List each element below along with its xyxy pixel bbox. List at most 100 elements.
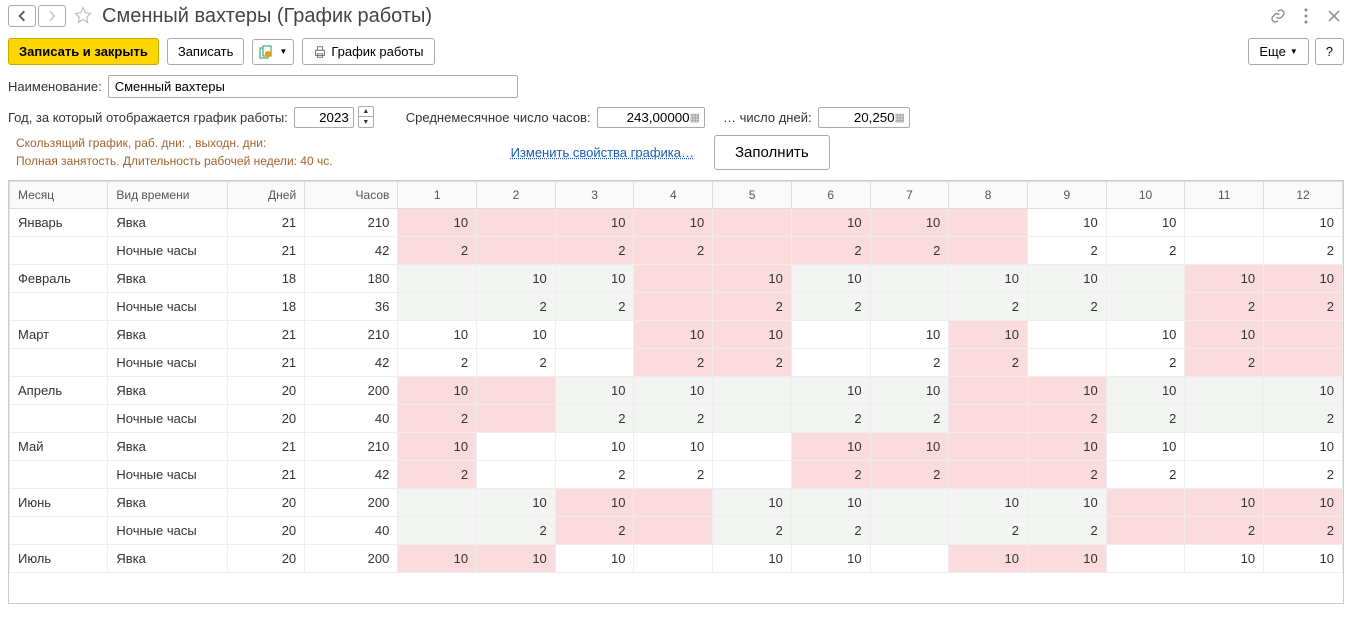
- cell-day[interactable]: 2: [1264, 517, 1343, 545]
- column-header-day-6[interactable]: 6: [791, 182, 870, 209]
- cell-hours[interactable]: 200: [305, 489, 398, 517]
- cell-month[interactable]: [10, 405, 108, 433]
- cell-day[interactable]: 2: [713, 349, 792, 377]
- cell-day[interactable]: [398, 517, 477, 545]
- cell-day[interactable]: [477, 405, 556, 433]
- cell-days[interactable]: 20: [227, 489, 305, 517]
- cell-day[interactable]: [634, 489, 713, 517]
- cell-day[interactable]: 2: [477, 517, 556, 545]
- cell-day[interactable]: 2: [870, 349, 949, 377]
- column-header-day-8[interactable]: 8: [949, 182, 1028, 209]
- table-row[interactable]: ИюльЯвка20200101010101010101010: [10, 545, 1343, 573]
- cell-day[interactable]: 10: [555, 489, 634, 517]
- cell-day[interactable]: 10: [1028, 265, 1107, 293]
- cell-day[interactable]: [949, 209, 1028, 237]
- cell-day[interactable]: 2: [398, 405, 477, 433]
- cell-day[interactable]: 10: [870, 377, 949, 405]
- cell-day[interactable]: 10: [555, 265, 634, 293]
- cell-day[interactable]: [1185, 377, 1264, 405]
- cell-day[interactable]: [1028, 321, 1107, 349]
- cell-day[interactable]: 10: [870, 433, 949, 461]
- fill-button[interactable]: Заполнить: [714, 135, 830, 170]
- cell-day[interactable]: [791, 349, 870, 377]
- link-icon[interactable]: [1268, 6, 1288, 26]
- cell-day[interactable]: 2: [1185, 293, 1264, 321]
- cell-hours[interactable]: 200: [305, 545, 398, 573]
- cell-days[interactable]: 21: [227, 433, 305, 461]
- help-button[interactable]: ?: [1315, 38, 1344, 65]
- more-menu-icon[interactable]: [1296, 6, 1316, 26]
- cell-time-type[interactable]: Ночные часы: [108, 461, 227, 489]
- cell-day[interactable]: 10: [634, 433, 713, 461]
- cell-day[interactable]: 10: [1185, 489, 1264, 517]
- cell-days[interactable]: 20: [227, 405, 305, 433]
- cell-days[interactable]: 21: [227, 349, 305, 377]
- cell-time-type[interactable]: Ночные часы: [108, 517, 227, 545]
- table-row[interactable]: Ночные часы214222222222: [10, 461, 1343, 489]
- cell-time-type[interactable]: Явка: [108, 209, 227, 237]
- cell-day[interactable]: 10: [1185, 545, 1264, 573]
- cell-day[interactable]: [477, 433, 556, 461]
- year-spinner[interactable]: ▲▼: [358, 106, 374, 128]
- cell-month[interactable]: Февраль: [10, 265, 108, 293]
- cell-day[interactable]: 10: [1028, 209, 1107, 237]
- save-close-button[interactable]: Записать и закрыть: [8, 38, 159, 65]
- cell-day[interactable]: [713, 461, 792, 489]
- cell-hours[interactable]: 42: [305, 349, 398, 377]
- cell-day[interactable]: 2: [791, 237, 870, 265]
- cell-month[interactable]: [10, 293, 108, 321]
- cell-month[interactable]: [10, 237, 108, 265]
- cell-time-type[interactable]: Явка: [108, 321, 227, 349]
- cell-hours[interactable]: 42: [305, 237, 398, 265]
- cell-day[interactable]: 2: [634, 405, 713, 433]
- cell-day[interactable]: 10: [634, 377, 713, 405]
- cell-day[interactable]: 2: [398, 461, 477, 489]
- cell-day[interactable]: [477, 237, 556, 265]
- cell-day[interactable]: 2: [791, 461, 870, 489]
- cell-month[interactable]: [10, 349, 108, 377]
- cell-day[interactable]: 10: [398, 321, 477, 349]
- cell-day[interactable]: [555, 349, 634, 377]
- cell-time-type[interactable]: Явка: [108, 545, 227, 573]
- cell-time-type[interactable]: Ночные часы: [108, 349, 227, 377]
- cell-day[interactable]: 10: [555, 209, 634, 237]
- cell-day[interactable]: [791, 321, 870, 349]
- save-button[interactable]: Записать: [167, 38, 245, 65]
- cell-day[interactable]: 10: [791, 489, 870, 517]
- cell-day[interactable]: [1185, 433, 1264, 461]
- cell-day[interactable]: 2: [713, 517, 792, 545]
- cell-day[interactable]: [713, 209, 792, 237]
- cell-days[interactable]: 20: [227, 377, 305, 405]
- change-properties-link[interactable]: Изменить свойства графика…: [511, 145, 694, 160]
- table-row[interactable]: МартЯвка212101010101010101010: [10, 321, 1343, 349]
- cell-day[interactable]: 10: [1028, 489, 1107, 517]
- cell-day[interactable]: 2: [555, 461, 634, 489]
- column-header-day-3[interactable]: 3: [555, 182, 634, 209]
- cell-day[interactable]: 10: [477, 321, 556, 349]
- cell-day[interactable]: 2: [555, 405, 634, 433]
- table-row[interactable]: Ночные часы214222222222: [10, 237, 1343, 265]
- cell-day[interactable]: 2: [398, 237, 477, 265]
- cell-day[interactable]: 10: [791, 265, 870, 293]
- cell-time-type[interactable]: Ночные часы: [108, 405, 227, 433]
- cell-day[interactable]: 2: [1264, 293, 1343, 321]
- column-header-day-10[interactable]: 10: [1106, 182, 1185, 209]
- cell-day[interactable]: [1264, 321, 1343, 349]
- cell-day[interactable]: 2: [1264, 237, 1343, 265]
- cell-hours[interactable]: 40: [305, 517, 398, 545]
- table-row[interactable]: ФевральЯвка181801010101010101010: [10, 265, 1343, 293]
- cell-day[interactable]: 2: [1028, 237, 1107, 265]
- cell-day[interactable]: 10: [791, 209, 870, 237]
- cell-hours[interactable]: 210: [305, 321, 398, 349]
- column-header-day-1[interactable]: 1: [398, 182, 477, 209]
- cell-day[interactable]: 2: [1106, 237, 1185, 265]
- cell-day[interactable]: 2: [555, 293, 634, 321]
- cell-day[interactable]: 10: [949, 545, 1028, 573]
- year-input[interactable]: [299, 110, 349, 125]
- cell-day[interactable]: 2: [1264, 461, 1343, 489]
- cell-day[interactable]: 10: [713, 489, 792, 517]
- cell-hours[interactable]: 36: [305, 293, 398, 321]
- cell-day[interactable]: 2: [1028, 517, 1107, 545]
- cell-day[interactable]: 2: [791, 405, 870, 433]
- cell-day[interactable]: 2: [791, 293, 870, 321]
